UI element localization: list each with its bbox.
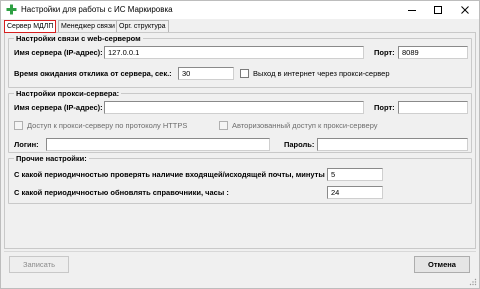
refs-update-interval-input[interactable]: [327, 186, 383, 199]
checkbox-box[interactable]: [14, 121, 23, 130]
tab-panel-mdlp-server: Настройки связи с web-сервером Имя серве…: [4, 32, 476, 249]
settings-window: Настройки для работы с ИС Маркировка Сер…: [0, 0, 480, 289]
web-server-port-input[interactable]: [398, 46, 468, 59]
other-settings-title: Прочие настройки:: [14, 154, 89, 163]
proxy-port-input[interactable]: [398, 101, 468, 114]
internet-via-proxy-label: Выход в интернет через прокси-сервер: [253, 69, 390, 78]
other-settings-group: Прочие настройки: С какой периодичностью…: [8, 154, 472, 204]
minimize-button[interactable]: [399, 1, 425, 19]
web-server-name-label: Имя сервера (IP-адрес):: [14, 48, 103, 57]
window-title: Настройки для работы с ИС Маркировка: [21, 5, 173, 14]
title-bar[interactable]: Настройки для работы с ИС Маркировка: [1, 1, 479, 19]
mail-check-interval-input[interactable]: [327, 168, 383, 181]
tab-org-structure[interactable]: Орг. структура: [116, 20, 169, 32]
password-label: Пароль:: [284, 140, 315, 149]
proxy-auth-label: Авторизованный доступ к прокси-серверу: [232, 121, 378, 130]
resize-grip-icon[interactable]: [469, 278, 477, 286]
proxy-port-label: Порт:: [374, 103, 395, 112]
web-server-group: Настройки связи с web-сервером Имя серве…: [8, 34, 472, 88]
tab-mdlp-server[interactable]: Сервер МДЛП: [4, 20, 57, 33]
save-button[interactable]: Записать: [9, 256, 69, 273]
login-input[interactable]: [46, 138, 270, 151]
proxy-https-checkbox[interactable]: Доступ к прокси-серверу по протоколу HTT…: [14, 121, 187, 130]
maximize-icon: [434, 6, 442, 14]
cancel-button[interactable]: Отмена: [414, 256, 470, 273]
maximize-button[interactable]: [425, 1, 451, 19]
minimize-icon: [408, 10, 416, 11]
proxy-auth-checkbox[interactable]: Авторизованный доступ к прокси-серверу: [219, 121, 378, 130]
checkbox-box[interactable]: [240, 69, 249, 78]
button-bar: Записать Отмена: [4, 251, 476, 275]
internet-via-proxy-checkbox[interactable]: Выход в интернет через прокси-сервер: [240, 69, 390, 78]
refs-update-interval-label: С какой периодичностью обновлять справоч…: [14, 188, 229, 197]
proxy-https-label: Доступ к прокси-серверу по протоколу HTT…: [27, 121, 188, 130]
login-label: Логин:: [14, 140, 39, 149]
web-server-name-input[interactable]: [104, 46, 364, 59]
close-button[interactable]: [452, 1, 478, 19]
proxy-group-title: Настройки прокси-сервера:: [14, 89, 122, 98]
password-input[interactable]: [317, 138, 468, 151]
checkbox-box[interactable]: [219, 121, 228, 130]
proxy-group: Настройки прокси-сервера: Имя сервера (I…: [8, 89, 472, 153]
medical-cross-icon: [6, 4, 17, 15]
proxy-name-label: Имя сервера (IP-адрес):: [14, 103, 103, 112]
proxy-name-input[interactable]: [104, 101, 364, 114]
mail-check-interval-label: С какой периодичностью проверять наличие…: [14, 170, 330, 179]
web-server-group-title: Настройки связи с web-сервером: [14, 34, 143, 43]
tab-connection-manager[interactable]: Менеджер связи: [58, 20, 118, 32]
web-server-port-label: Порт:: [374, 48, 395, 57]
timeout-label: Время ожидания отклика от сервера, сек.:: [14, 69, 172, 78]
timeout-input[interactable]: [178, 67, 234, 80]
close-icon: [461, 6, 469, 14]
